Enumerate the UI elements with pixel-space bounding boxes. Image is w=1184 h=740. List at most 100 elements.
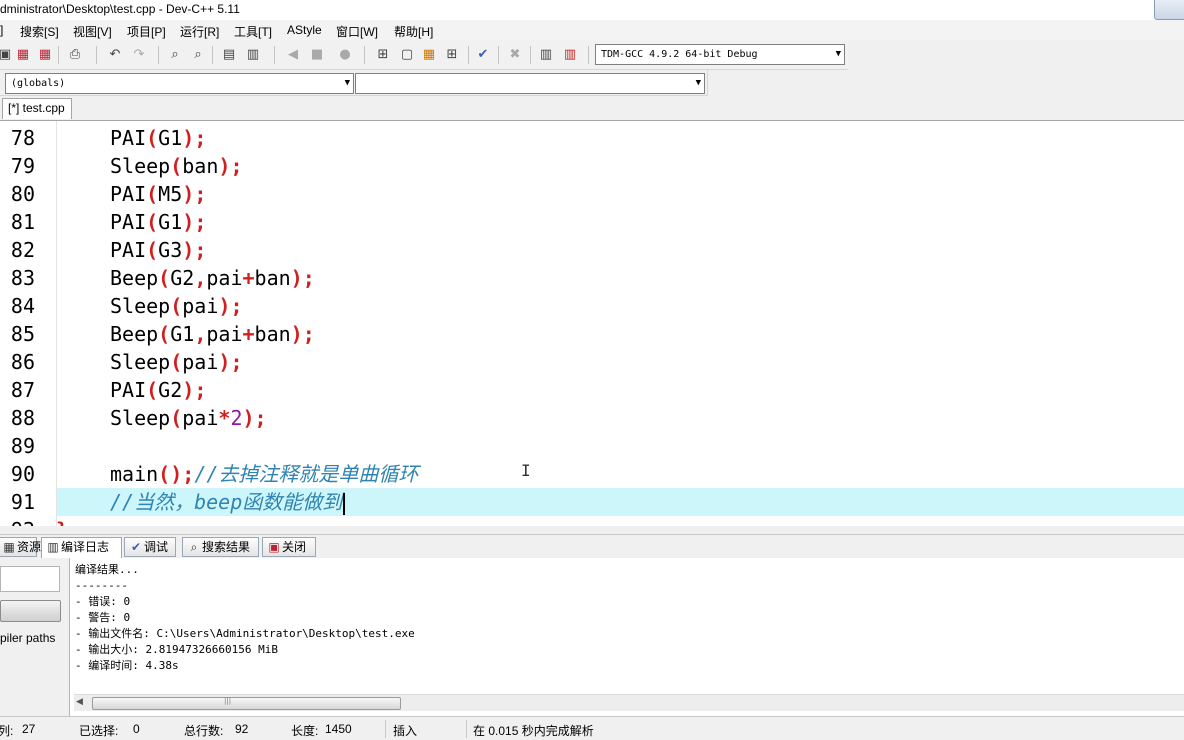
- line-number: 91: [10, 490, 35, 514]
- member-select[interactable]: ▼: [355, 73, 705, 94]
- compile-icon[interactable]: ⊞: [374, 46, 392, 64]
- close-icon: ▣: [268, 540, 280, 554]
- find-icon[interactable]: ⌕: [166, 46, 184, 64]
- delete-profile-icon[interactable]: ▥: [561, 46, 579, 64]
- status-col-value: 27: [22, 722, 36, 736]
- code-line: main();//去掉注释就是单曲循环: [110, 462, 419, 486]
- menu-item-tools[interactable]: 工具[T]: [234, 23, 272, 40]
- stop-icon[interactable]: ●: [336, 46, 354, 64]
- tab-close[interactable]: ▣ 关闭: [262, 537, 316, 557]
- log-line: - 编译时间: 4.38s: [75, 659, 179, 672]
- tab-debug[interactable]: ✔ 调试: [124, 537, 176, 557]
- tab-label: 编译日志: [61, 540, 110, 554]
- run-icon[interactable]: ▢: [398, 46, 416, 64]
- status-length-label: 长度:: [291, 724, 319, 738]
- profile-icon[interactable]: ▥: [537, 46, 555, 64]
- indent-icon[interactable]: ▤: [220, 46, 238, 64]
- compile-log[interactable]: 编译结果... -------- - 错误: 0 - 警告: 0 - 输出文件名…: [69, 558, 1184, 716]
- line-number: 79: [10, 154, 35, 178]
- line-number: 87: [10, 378, 35, 402]
- code-line: PAI(G1);: [110, 210, 207, 234]
- main-toolbar: ▣ ▦ ▦ ⎙ ↶ ↷ ⌕ ⌕ ▤ ▥ ◀ ■ ● ⊞ ▢ ▦ ⊞ ✔ ✖ ▥ …: [0, 40, 848, 70]
- tab-resources[interactable]: ▦ 资源: [0, 537, 41, 557]
- menu-item-astyle[interactable]: AStyle: [287, 23, 322, 37]
- line-number: 82: [10, 238, 35, 262]
- debug-stop-icon[interactable]: ✖: [506, 46, 524, 64]
- line-number: 80: [10, 182, 35, 206]
- horizontal-scrollbar[interactable]: ◀ |||: [74, 694, 1184, 711]
- status-selected-label: 已选择:: [79, 724, 119, 738]
- status-length-value: 1450: [325, 722, 352, 736]
- line-number: 85: [10, 322, 35, 346]
- code-line: Sleep(pai);: [110, 294, 243, 318]
- log-line: - 输出大小: 2.81947326660156 MiB: [75, 643, 278, 656]
- code-line: }: [56, 516, 68, 526]
- redo-icon[interactable]: ↷: [130, 46, 148, 64]
- bar-chart-icon: ▥: [47, 540, 59, 554]
- line-number: 84: [10, 294, 35, 318]
- line-number: 89: [10, 434, 35, 458]
- compiler-select-value: TDM-GCC 4.9.2 64-bit Debug: [601, 49, 758, 60]
- chevron-down-icon: ▼: [835, 49, 841, 59]
- status-selected-value: 0: [133, 722, 140, 736]
- print-icon[interactable]: ⎙: [66, 46, 84, 64]
- syntax-check-icon[interactable]: ✔: [474, 46, 492, 64]
- log-line: - 错误: 0: [75, 595, 131, 608]
- class-browser-bar: (globals) ▼ ▼: [0, 70, 708, 96]
- scroll-grip-icon: |||: [224, 697, 232, 705]
- unindent-icon[interactable]: ▥: [244, 46, 262, 64]
- goto-bookmark-icon[interactable]: ■: [308, 46, 326, 64]
- code-line: PAI(G3);: [110, 238, 207, 262]
- status-bar: 列: 27 已选择: 0 总行数: 92 长度: 1450 插入 在 0.015…: [0, 716, 1184, 740]
- compiler-paths-label: piler paths: [0, 631, 56, 645]
- code-editor[interactable]: 78 79 80 81 82 83 84 85 86 87 88 89 90 9…: [0, 120, 1184, 526]
- compiler-button[interactable]: [0, 600, 61, 622]
- menu-item-project[interactable]: 项目[P]: [127, 23, 166, 40]
- tab-test-cpp[interactable]: [*] test.cpp: [2, 98, 72, 119]
- text-cursor-icon: I: [521, 461, 531, 480]
- menu-item-run[interactable]: 运行[R]: [180, 23, 219, 40]
- grid-icon: ▦: [3, 540, 15, 554]
- gutter-divider: [56, 121, 57, 526]
- tab-search-results[interactable]: ⌕ 搜索结果: [182, 537, 259, 557]
- undo-icon[interactable]: ↶: [106, 46, 124, 64]
- menu-item-window[interactable]: 窗口[W]: [336, 23, 378, 40]
- code-line: PAI(M5);: [110, 182, 207, 206]
- window-controls[interactable]: [1154, 0, 1184, 20]
- chevron-down-icon: ▼: [344, 78, 350, 88]
- bottom-panel-tabs: ▦ 资源 ▥ 编译日志 ✔ 调试 ⌕ 搜索结果 ▣ 关闭: [0, 534, 1184, 559]
- tab-compile-log[interactable]: ▥ 编译日志: [41, 537, 122, 559]
- log-line: --------: [75, 579, 128, 592]
- scope-select[interactable]: (globals) ▼: [5, 73, 354, 94]
- tab-label: 资源: [17, 540, 42, 554]
- code-line: PAI(G2);: [110, 378, 207, 402]
- code-line: Sleep(pai*2);: [110, 406, 267, 430]
- compiler-select[interactable]: TDM-GCC 4.9.2 64-bit Debug ▼: [595, 44, 845, 65]
- code-line: Sleep(pai);: [110, 350, 243, 374]
- scroll-left-icon[interactable]: ◀: [76, 697, 83, 707]
- line-number: 81: [10, 210, 35, 234]
- bookmark-icon[interactable]: ◀: [284, 46, 302, 64]
- tab-label: 调试: [144, 540, 169, 554]
- line-number: 92: [5, 516, 35, 526]
- menu-item-help[interactable]: 帮助[H]: [394, 23, 433, 40]
- code-line: //当然，beep函数能做到: [110, 488, 346, 516]
- code-line: Beep(G1,pai+ban);: [110, 322, 315, 346]
- menu-item-file[interactable]: ]: [0, 23, 3, 37]
- tab-label: [*] test.cpp: [8, 101, 65, 115]
- line-number: 88: [10, 406, 35, 430]
- compiler-field[interactable]: [0, 566, 60, 592]
- code-line: Sleep(ban);: [110, 154, 243, 178]
- text-caret: [343, 492, 346, 515]
- scrollbar-thumb[interactable]: [92, 697, 401, 710]
- close-file-icon[interactable]: ▦: [14, 46, 32, 64]
- close-all-icon[interactable]: ▦: [36, 46, 54, 64]
- open-project-icon[interactable]: ▣: [0, 46, 14, 64]
- scope-select-value: (globals): [11, 78, 66, 89]
- rebuild-icon[interactable]: ⊞: [443, 46, 461, 64]
- tab-label: 搜索结果: [202, 540, 251, 554]
- replace-icon[interactable]: ⌕: [189, 46, 207, 64]
- menu-item-search[interactable]: 搜索[S]: [20, 23, 59, 40]
- menu-item-view[interactable]: 视图[V]: [73, 23, 112, 40]
- compile-run-icon[interactable]: ▦: [420, 46, 438, 64]
